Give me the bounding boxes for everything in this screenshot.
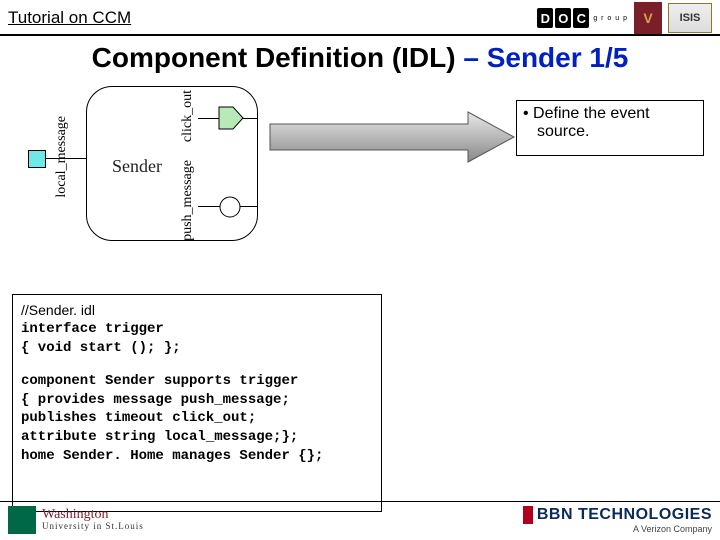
logo-letter-d: D (537, 8, 553, 28)
event-source-port-icon (218, 106, 244, 130)
header-title: Tutorial on CCM (8, 8, 131, 28)
wustl-text: Washington University in St.Louis (42, 508, 144, 531)
header-logos: D O C g r o u p V ISIS (537, 2, 712, 34)
wustl-name: Washington (42, 508, 144, 522)
code-line: publishes timeout click_out; (21, 409, 373, 428)
footer-right: BBN TECHNOLOGIES A Verizon Company (523, 506, 712, 534)
logo-letter-c: C (573, 8, 589, 28)
wustl-shield-icon (8, 506, 36, 534)
slide-title: Component Definition (IDL) – Sender 1/5 (0, 36, 720, 76)
port-label-local-message: local_message (54, 116, 70, 198)
port-line (46, 158, 72, 159)
code-line: { void start (); }; (21, 339, 373, 358)
bbn-logo: BBN TECHNOLOGIES (523, 506, 712, 524)
header-bar: Tutorial on CCM D O C g r o u p V ISIS (0, 0, 720, 36)
isis-logo: ISIS (668, 3, 712, 33)
code-comment: //Sender. idl (21, 301, 373, 320)
bullet-box: • Define the event source. (516, 100, 704, 156)
footer-bar: Washington University in St.Louis BBN TE… (0, 501, 720, 534)
code-line: home Sender. Home manages Sender {}; (21, 447, 373, 466)
bbn-mark-icon (523, 506, 533, 524)
component-diagram: Sender local_message click_out push_mess… (22, 76, 270, 256)
facet-port-icon (218, 195, 242, 219)
code-line: component Sender supports trigger (21, 372, 373, 391)
arrow-icon (268, 106, 518, 168)
content-area: Sender local_message click_out push_mess… (0, 76, 720, 80)
doc-logo: D O C g r o u p (537, 8, 628, 28)
title-prefix: Component Definition (IDL) (92, 42, 456, 73)
footer-left: Washington University in St.Louis (8, 506, 144, 534)
code-box: //Sender. idl interface trigger { void s… (12, 294, 382, 512)
vanderbilt-shield-icon: V (634, 2, 662, 34)
port-line (72, 158, 86, 159)
bullet-line1: • Define the event (523, 105, 697, 123)
title-suffix: – Sender 1/5 (456, 42, 629, 73)
wustl-sub: University in St.Louis (42, 522, 144, 531)
attribute-port-icon (28, 150, 46, 168)
logo-subtext: g r o u p (593, 15, 628, 22)
code-line: { provides message push_message; (21, 391, 373, 410)
verizon-text: A Verizon Company (523, 524, 712, 534)
logo-letter-o: O (555, 8, 571, 28)
port-label-push-message: push_message (180, 160, 196, 241)
bbn-text: BBN TECHNOLOGIES (537, 506, 712, 523)
port-label-click-out: click_out (180, 90, 196, 142)
code-line: interface trigger (21, 320, 373, 339)
spacer (21, 358, 373, 372)
code-line: attribute string local_message;}; (21, 428, 373, 447)
bullet-line2: source. (523, 123, 697, 141)
component-name: Sender (112, 156, 162, 177)
